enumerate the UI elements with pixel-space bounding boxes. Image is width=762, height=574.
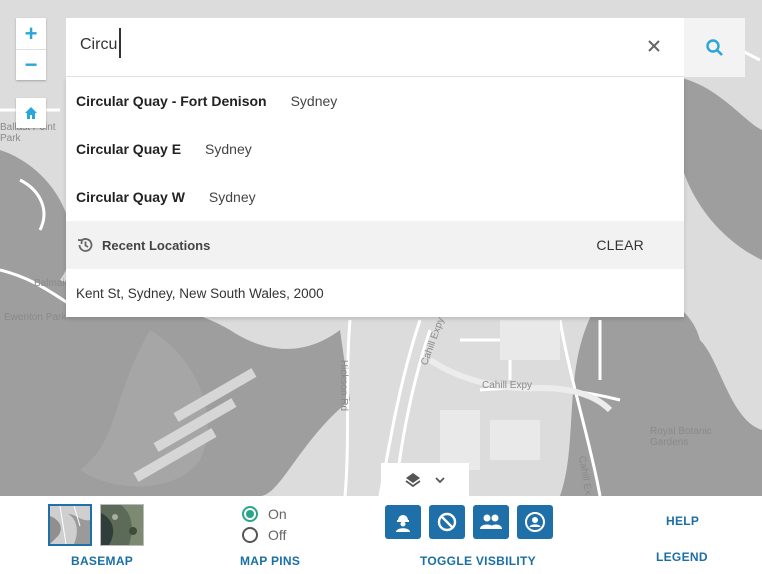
map-label-ewenton-park: Ewenton Park — [4, 312, 67, 323]
recent-location-item[interactable]: Kent St, Sydney, New South Wales, 2000 — [66, 269, 684, 317]
history-icon — [77, 238, 93, 252]
map-pins-on-label: On — [268, 506, 287, 522]
no-entry-icon — [437, 512, 457, 532]
home-button[interactable] — [16, 98, 46, 128]
suggestion-item[interactable]: Circular Quay E Sydney — [66, 125, 684, 173]
text-caret — [119, 28, 121, 58]
map-pins-on-option[interactable]: On — [242, 506, 287, 522]
recent-locations-header: Recent Locations CLEAR — [66, 221, 684, 269]
suggestion-region: Sydney — [208, 189, 256, 205]
zoom-out-button[interactable]: − — [16, 49, 46, 80]
search-box — [66, 18, 684, 77]
map-pins-off-label: Off — [268, 527, 287, 543]
basemap-satellite-icon — [101, 505, 143, 545]
toggle-visibility-label: TOGGLE VISBILITY — [420, 554, 536, 568]
bottom-toolbar: BASEMAP On Off MAP PINS TOGGLE VISBILITY… — [0, 496, 762, 574]
map-label-cahill-expy: Cahill Expy — [482, 380, 533, 391]
map-pins-label: MAP PINS — [240, 554, 301, 568]
basemap-satellite-thumb[interactable] — [100, 504, 144, 546]
search-button[interactable] — [684, 18, 745, 77]
layers-icon — [405, 473, 421, 488]
toggle-people-button[interactable] — [473, 505, 509, 539]
zoom-control: + − — [16, 18, 46, 80]
search-input[interactable] — [80, 36, 287, 54]
basemap-streets-icon — [50, 505, 90, 545]
worker-icon — [396, 515, 410, 532]
suggestion-region: Sydney — [290, 93, 338, 109]
radio-on-icon — [242, 506, 258, 522]
suggestion-name: Circular Quay W — [76, 189, 185, 205]
map-label-hickson-rd: Hickson Rd — [338, 359, 350, 412]
suggestion-region: Sydney — [205, 141, 252, 157]
legend-link[interactable]: LEGEND — [656, 550, 708, 564]
map-label-royal-botanic-gardens: Royal Botanic Gardens — [650, 426, 712, 448]
radio-off-icon — [242, 527, 258, 543]
people-icon — [480, 514, 502, 529]
clear-recent-button[interactable]: CLEAR — [596, 237, 644, 253]
chevron-down-icon — [435, 477, 445, 484]
search-icon — [705, 38, 723, 56]
toggle-worker-button[interactable] — [385, 505, 421, 539]
person-circle-icon — [525, 512, 545, 532]
suggestion-item[interactable]: Circular Quay - Fort Denison Sydney — [66, 77, 684, 125]
suggestion-name: Circular Quay - Fort Denison — [76, 93, 267, 109]
recent-locations-title: Recent Locations — [102, 237, 211, 253]
basemap-label: BASEMAP — [71, 554, 134, 568]
toggle-person-circle-button[interactable] — [517, 505, 553, 539]
suggestion-name: Circular Quay E — [76, 141, 182, 157]
toggle-no-entry-button[interactable] — [429, 505, 465, 539]
home-icon — [25, 107, 37, 119]
layers-toggle[interactable] — [381, 463, 469, 497]
basemap-streets-thumb[interactable] — [48, 504, 92, 546]
map-label-balmain: Balmain — [34, 278, 71, 289]
help-link[interactable]: HELP — [666, 514, 699, 528]
suggestion-item[interactable]: Circular Quay W Sydney — [66, 173, 684, 221]
map-pins-off-option[interactable]: Off — [242, 527, 286, 543]
search-suggestions: Circular Quay - Fort Denison Sydney Circ… — [66, 77, 684, 317]
clear-search-icon[interactable] — [646, 38, 662, 54]
zoom-in-button[interactable]: + — [16, 18, 46, 49]
